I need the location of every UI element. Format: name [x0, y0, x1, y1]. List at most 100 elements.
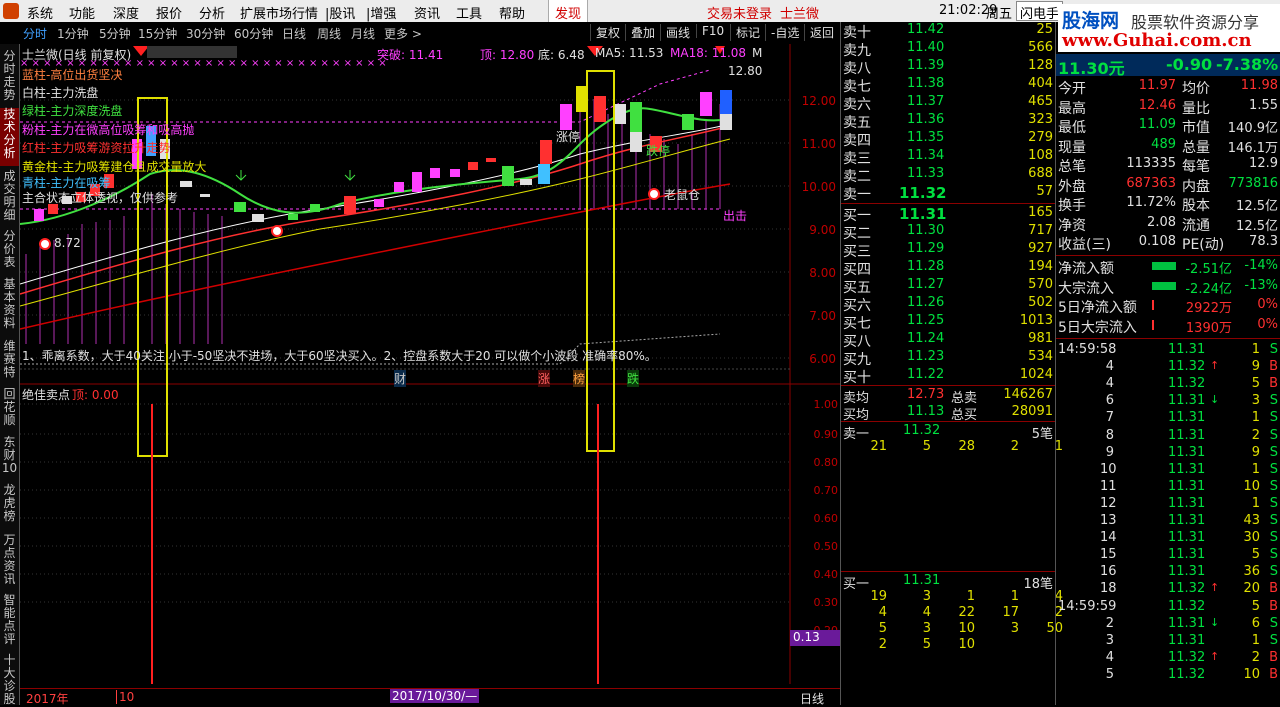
nav-tech-analysis[interactable]: 技术分析: [0, 108, 19, 166]
tab-5min[interactable]: 5分钟: [99, 25, 131, 42]
bid-row[interactable]: 买三 11.29 927: [841, 241, 1056, 260]
ask-row[interactable]: 卖六 11.37 465: [841, 94, 1056, 113]
tab-daily[interactable]: 日线: [282, 25, 306, 42]
menu-item-info[interactable]: 资讯: [414, 3, 440, 22]
f10-button[interactable]: F10: [696, 24, 724, 38]
login-status[interactable]: 交易未登录: [707, 3, 772, 22]
menu-item-news[interactable]: |股讯: [325, 3, 355, 22]
tick-volume: 9: [1251, 359, 1260, 375]
tab-more[interactable]: 更多 >: [384, 25, 422, 42]
bid-level: 买三: [843, 244, 871, 260]
tick-side: S: [1269, 564, 1278, 580]
back-button[interactable]: 返回: [804, 24, 834, 41]
marker-cai[interactable]: 财: [394, 370, 407, 387]
stat-value: 11.72%: [1126, 195, 1176, 210]
bid-row[interactable]: 买四 11.28 194: [841, 259, 1056, 278]
ask-row[interactable]: 卖二 11.33 688: [841, 166, 1056, 185]
highlight-box-2: [586, 70, 615, 452]
menu-item-depth[interactable]: 深度: [113, 3, 139, 22]
nav-wd-news[interactable]: 万点资讯: [0, 534, 19, 590]
nav-trade-detail[interactable]: 成交明细: [0, 170, 19, 226]
ask-row[interactable]: 卖四 11.35 279: [841, 130, 1056, 149]
bid-row[interactable]: 买九 11.23 534: [841, 349, 1056, 368]
ask-volume: 465: [1028, 94, 1053, 109]
nav-basic-info[interactable]: 基本资料: [0, 278, 19, 334]
flash-trade-button[interactable]: 闪电手: [1016, 1, 1064, 22]
overlay-button[interactable]: 叠加: [625, 24, 655, 41]
nav-diagnosis[interactable]: 十大诊股: [0, 654, 19, 706]
tick-time: 16: [1100, 564, 1117, 580]
bid-row[interactable]: 买一 11.31 165: [841, 205, 1056, 224]
menu-item-extended[interactable]: 扩展市场行情: [240, 3, 318, 22]
tab-weekly[interactable]: 周线: [317, 25, 341, 42]
tab-60min[interactable]: 60分钟: [234, 25, 273, 42]
stat-row: 净资 2.08 流通 12.5亿: [1056, 214, 1280, 234]
sub-y-tick-100: 1.00: [813, 398, 839, 411]
remove-watchlist-button[interactable]: -自选: [765, 24, 799, 41]
tick-side: S: [1269, 461, 1278, 477]
kline-chart-area[interactable]: × × × × × × × × × × × × × × × × × × × × …: [20, 44, 840, 684]
menu-item-tools[interactable]: 工具: [456, 3, 482, 22]
queue-qty: 4: [922, 605, 931, 620]
nav-minute-chart[interactable]: 分时走势: [0, 50, 19, 102]
menu-item-help[interactable]: 帮助: [499, 3, 525, 22]
menu-item-function[interactable]: 功能: [69, 3, 95, 22]
nav-dongcai[interactable]: 东财10: [0, 436, 19, 480]
bid-row[interactable]: 买五 11.27 570: [841, 277, 1056, 296]
legend-note: 主合状态立体透视，仅供参考: [22, 191, 179, 205]
ask-row[interactable]: 卖九 11.40 566: [841, 40, 1056, 59]
nav-smart-review[interactable]: 智能点评: [0, 594, 19, 650]
ask-row[interactable]: 卖八 11.39 128: [841, 58, 1056, 77]
bid-row[interactable]: 买二 11.30 717: [841, 223, 1056, 242]
bid-row[interactable]: 买十 11.22 1024: [841, 367, 1056, 386]
tab-monthly[interactable]: 月线: [351, 25, 375, 42]
low-label: 8.72: [54, 236, 81, 250]
tick-volume: 1: [1251, 461, 1260, 477]
queue-qty: 5: [878, 621, 887, 636]
flow-value: 2922万: [1185, 301, 1232, 316]
stat-value: 146.1万: [1227, 140, 1278, 156]
nav-dragon-tiger[interactable]: 龙虎榜: [0, 484, 19, 528]
draw-line-button[interactable]: 画线: [660, 24, 690, 41]
tab-15min[interactable]: 15分钟: [138, 25, 177, 42]
mark-button[interactable]: 标记: [730, 24, 760, 41]
bid-row[interactable]: 买六 11.26 502: [841, 295, 1056, 314]
ask-row[interactable]: 卖一 11.32 57: [841, 184, 1056, 203]
tab-30min[interactable]: 30分钟: [186, 25, 225, 42]
nav-hxs[interactable]: 回花顺: [0, 388, 19, 432]
period-label[interactable]: 日线: [800, 690, 824, 707]
breakout-value: 突破: 11.41: [377, 48, 444, 62]
stat-value: 11.09: [1138, 117, 1176, 132]
y-tick-10: 10.00: [801, 180, 836, 194]
ask-row[interactable]: 卖十 11.42 25: [841, 22, 1056, 41]
bid-row[interactable]: 买八 11.24 981: [841, 331, 1056, 350]
stat-value: 2.08: [1147, 214, 1176, 230]
menu-item-system[interactable]: 系统: [27, 3, 53, 22]
sell1-price: 11.32: [903, 423, 941, 438]
ob-divider: [841, 203, 1056, 204]
nav-wst[interactable]: 维赛特: [0, 340, 19, 384]
sub-y-tick-060: 0.60: [813, 512, 839, 525]
marker-die[interactable]: 跌: [627, 370, 640, 387]
nav-price-table[interactable]: 分价表: [0, 230, 19, 274]
stat-label: 现量: [1058, 139, 1086, 156]
ask-row[interactable]: 卖三 11.34 108: [841, 148, 1056, 167]
tab-1min[interactable]: 1分钟: [57, 25, 89, 42]
tick-volume: 5: [1251, 547, 1260, 563]
tab-minute[interactable]: 分时: [23, 25, 47, 42]
marker-bang[interactable]: 榜: [573, 370, 586, 387]
tick-price: 11.31: [1168, 393, 1206, 409]
ask-row[interactable]: 卖五 11.36 323: [841, 112, 1056, 131]
menu-item-analysis[interactable]: 分析: [199, 3, 225, 22]
adjust-button[interactable]: 复权: [590, 24, 620, 41]
menu-item-enhance[interactable]: |增强: [366, 3, 396, 22]
sub-chart-title: 绝佳卖点: [22, 388, 71, 402]
tick-row: 14 11.31 30 S: [1056, 530, 1280, 547]
bid-row[interactable]: 买七 11.25 1013: [841, 313, 1056, 332]
ask-level: 卖二: [843, 169, 871, 185]
menu-item-quote[interactable]: 报价: [156, 3, 182, 22]
ask-row[interactable]: 卖七 11.38 404: [841, 76, 1056, 95]
discover-button[interactable]: 发现: [548, 0, 588, 22]
stat-label: 换手: [1058, 198, 1086, 214]
marker-zhang[interactable]: 涨: [538, 370, 551, 387]
